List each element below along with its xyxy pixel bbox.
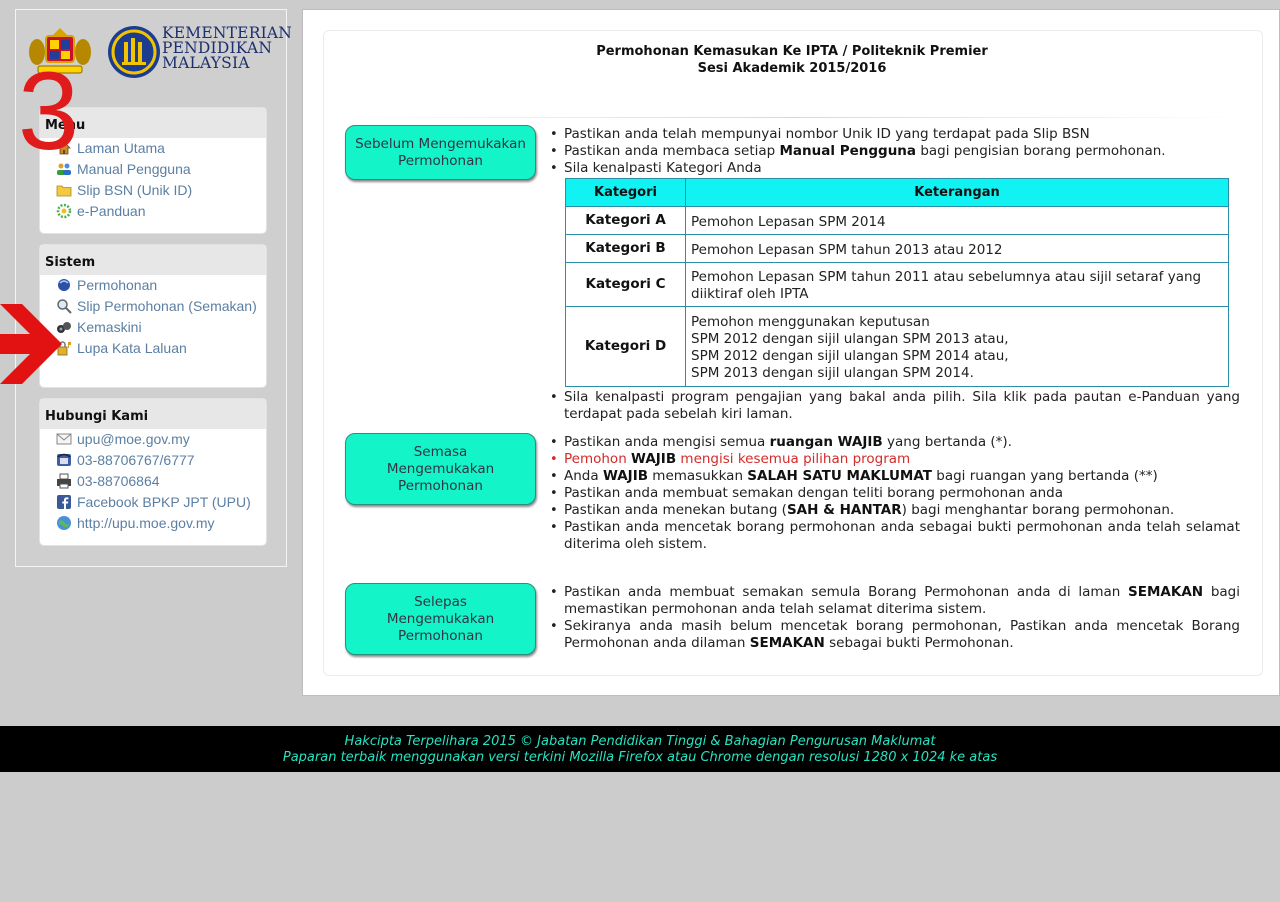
list-item: Pastikan anda mengisi semua ruangan WAJI…	[548, 434, 1240, 451]
list-item: Sila kenalpasti Kategori Anda	[548, 160, 1240, 177]
list-item: Pastikan anda telah mempunyai nombor Uni…	[548, 126, 1240, 143]
menu-item-manual-pengguna[interactable]: Manual Pengguna	[56, 161, 266, 178]
sistem-item-slip-permohonan[interactable]: Slip Permohonan (Semakan)	[56, 298, 266, 315]
gear-icon	[56, 203, 72, 219]
sistem-title: Sistem	[40, 245, 266, 275]
menu-item-label: Slip BSN (Unik ID)	[77, 182, 193, 198]
kpm-emblem-icon	[108, 26, 160, 78]
table-header-keterangan: Keterangan	[685, 178, 1229, 207]
hubungi-item-phone[interactable]: 03-88706767/6777	[56, 452, 266, 469]
hubungi-item-label: Facebook BPKP JPT (UPU)	[77, 494, 251, 510]
menu-item-laman-utama[interactable]: Laman Utama	[56, 140, 266, 157]
mail-icon	[56, 433, 72, 445]
menu-item-label: Manual Pengguna	[77, 161, 191, 177]
table-row: Kategori B Pemohon Lepasan SPM tahun 201…	[565, 234, 1229, 263]
sistem-box: Sistem Permohonan Slip Permohonan (Semak…	[39, 244, 267, 388]
sistem-item-label: Kemaskini	[77, 319, 142, 335]
hubungi-item-label: upu@moe.gov.my	[77, 431, 190, 447]
form-icon	[58, 279, 70, 291]
hubungi-item-label: 03-88706767/6777	[77, 452, 195, 468]
hubungi-title: Hubungi Kami	[40, 399, 266, 429]
sistem-item-label: Slip Permohonan (Semakan)	[77, 298, 257, 314]
menu-item-label: Laman Utama	[77, 140, 165, 156]
list-item: Sila kenalpasti program pengajian yang b…	[548, 389, 1240, 423]
ministry-name: KEMENTERIAN PENDIDIKAN MALAYSIA	[162, 24, 293, 72]
sistem-item-permohonan[interactable]: Permohonan	[56, 277, 266, 294]
kategori-table: Kategori Keterangan Kategori A Pemohon L…	[565, 178, 1229, 387]
list-item: Pemohon WAJIB mengisi kesemua pilihan pr…	[548, 451, 1240, 468]
stage-sebelum-badge: Sebelum Mengemukakan Permohonan	[345, 125, 536, 180]
phone-icon	[57, 453, 71, 466]
hubungi-item-fax[interactable]: 03-88706864	[56, 473, 266, 490]
list-item: Pastikan anda menekan butang (SAH & HANT…	[548, 502, 1240, 519]
list-item: Anda WAJIB memasukkan SALAH SATU MAKLUMA…	[548, 468, 1240, 485]
red-arrow-annotation-icon	[0, 304, 62, 384]
list-item: Pastikan anda membaca setiap Manual Peng…	[548, 143, 1240, 160]
table-header-kategori: Kategori	[565, 178, 686, 207]
sistem-item-label: Permohonan	[77, 277, 158, 293]
list-item: Pastikan anda mencetak borang permohonan…	[548, 519, 1240, 553]
hubungi-item-label: http://upu.moe.gov.my	[77, 515, 215, 531]
stage-sebelum-list: Pastikan anda telah mempunyai nombor Uni…	[548, 126, 1240, 423]
list-item: Sekiranya anda masih belum mencetak bora…	[548, 618, 1240, 652]
hubungi-item-email[interactable]: upu@moe.gov.my	[56, 431, 266, 448]
fax-icon	[57, 473, 71, 489]
table-row: Kategori C Pemohon Lepasan SPM tahun 201…	[565, 262, 1229, 307]
step-number-annotation: 3	[18, 50, 80, 173]
hubungi-item-facebook[interactable]: Facebook BPKP JPT (UPU)	[56, 494, 266, 511]
facebook-icon	[57, 495, 71, 509]
content-card: Permohonan Kemasukan Ke IPTA / Politekni…	[323, 30, 1263, 676]
sistem-item-kemaskini[interactable]: Kemaskini	[56, 319, 266, 336]
page-title: Permohonan Kemasukan Ke IPTA / Politekni…	[596, 44, 988, 76]
menu-item-e-panduan[interactable]: e-Panduan	[56, 203, 266, 220]
sistem-item-lupa-kata-laluan[interactable]: Lupa Kata Laluan	[56, 340, 266, 357]
table-row: Kategori A Pemohon Lepasan SPM 2014	[565, 206, 1229, 235]
menu-item-label: e-Panduan	[77, 203, 146, 219]
stage-semasa-badge: Semasa Mengemukakan Permohonan	[345, 433, 536, 505]
menu-item-slip-bsn[interactable]: Slip BSN (Unik ID)	[56, 182, 266, 199]
stage-selepas-badge: Selepas Mengemukakan Permohonan	[345, 583, 536, 655]
table-row: Kategori D Pemohon menggunakan keputusan…	[565, 306, 1229, 387]
footer: Hakcipta Terpelihara 2015 © Jabatan Pend…	[0, 726, 1280, 772]
main-panel: Permohonan Kemasukan Ke IPTA / Politekni…	[302, 9, 1280, 696]
stage-semasa-list: Pastikan anda mengisi semua ruangan WAJI…	[548, 434, 1240, 553]
sistem-item-label: Lupa Kata Laluan	[77, 340, 187, 356]
stage-selepas-list: Pastikan anda membuat semakan semula Bor…	[548, 584, 1240, 652]
hubungi-item-label: 03-88706864	[77, 473, 160, 489]
hubungi-box: Hubungi Kami upu@moe.gov.my 03-88706767/…	[39, 398, 267, 546]
copyright-text: Hakcipta Terpelihara 2015 © Jabatan Pend…	[344, 734, 936, 749]
list-item: Pastikan anda membuat semakan dengan tel…	[548, 485, 1240, 502]
browser-note: Paparan terbaik menggunakan versi terkin…	[282, 750, 998, 765]
globe-icon	[57, 516, 71, 530]
folder-icon	[56, 185, 72, 197]
list-item: Pastikan anda membuat semakan semula Bor…	[548, 584, 1240, 618]
hubungi-item-website[interactable]: http://upu.moe.gov.my	[56, 515, 266, 532]
title-divider	[344, 117, 1244, 118]
